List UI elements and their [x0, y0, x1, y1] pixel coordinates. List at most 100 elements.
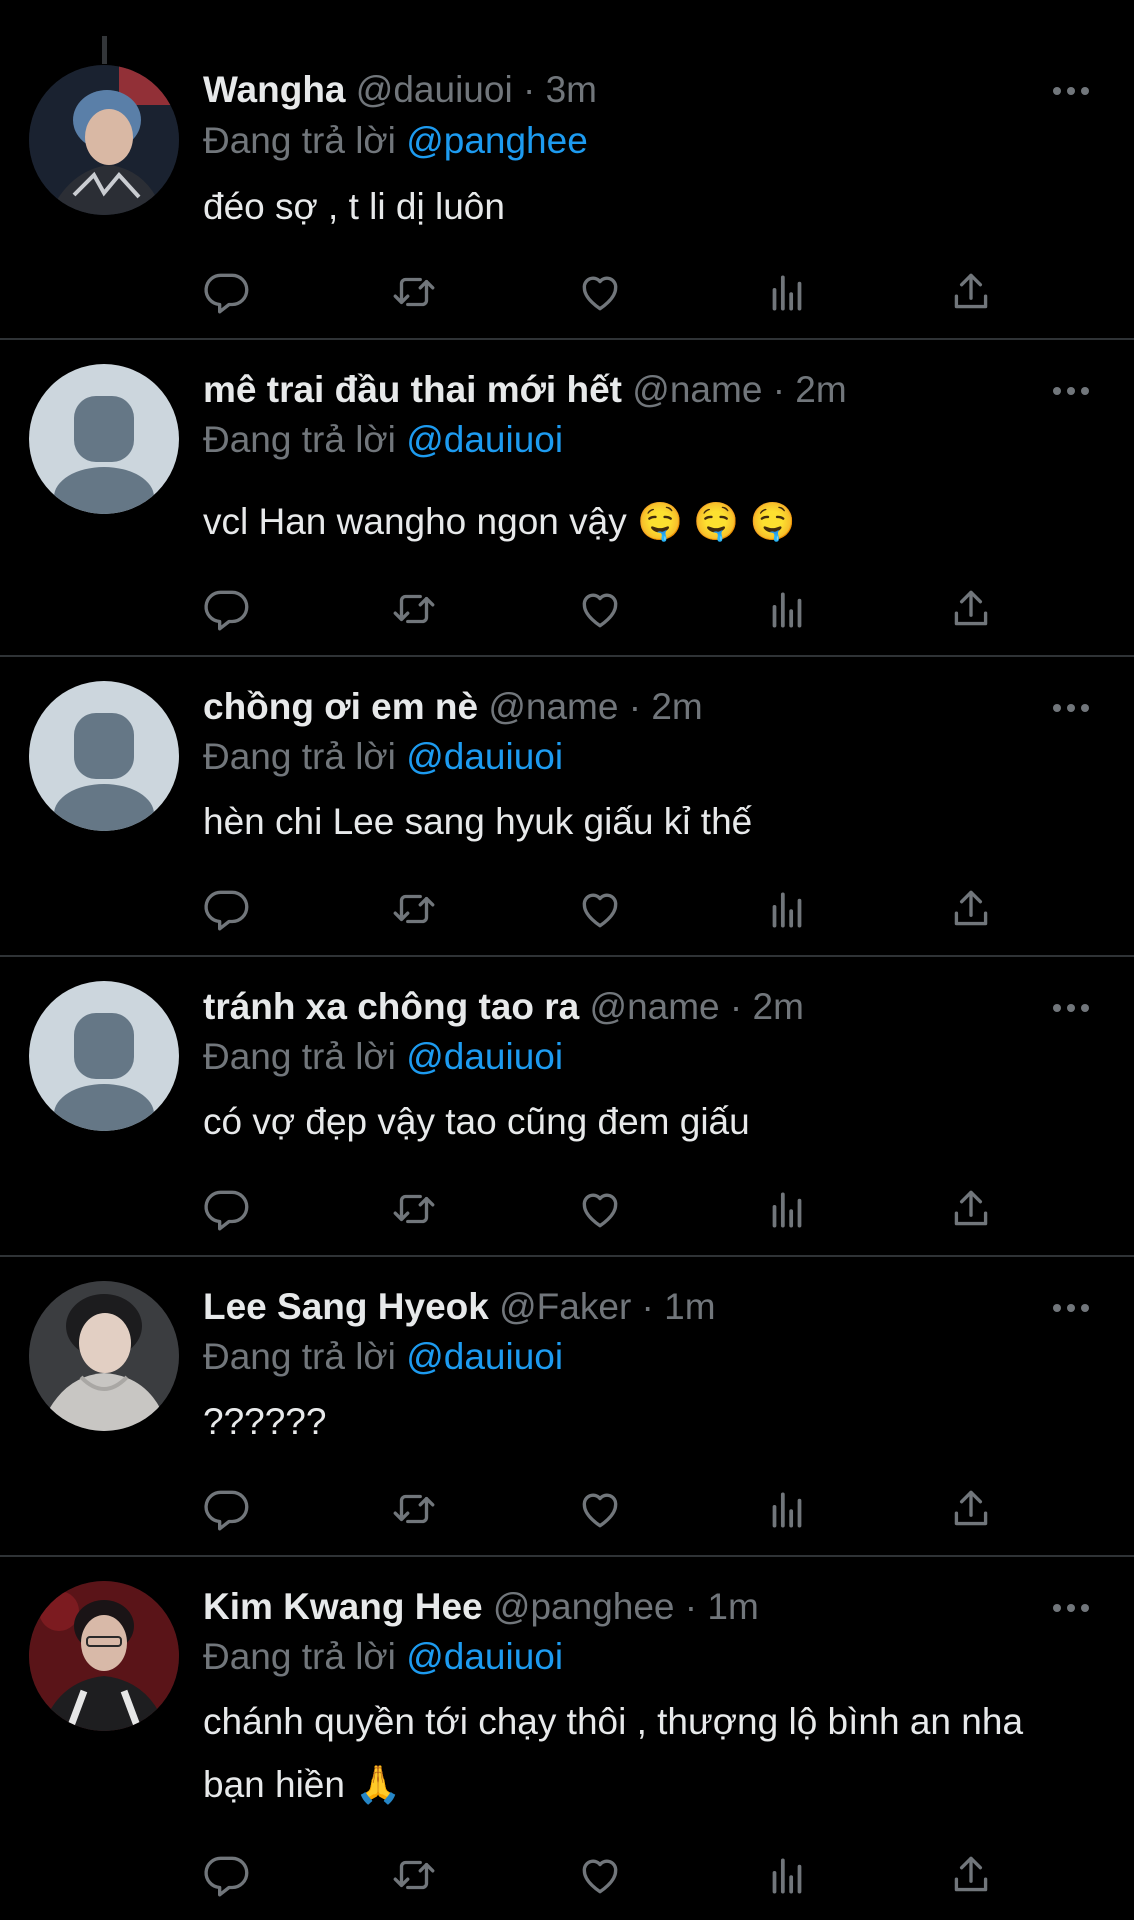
reply-mention[interactable]: @dauiuoi	[406, 1036, 563, 1077]
replying-to-label: Đang trả lời	[203, 419, 396, 460]
reply-mention[interactable]: @dauiuoi	[406, 1336, 563, 1377]
display-name[interactable]: Lee Sang Hyeok	[203, 1286, 489, 1327]
views-icon[interactable]	[762, 267, 812, 317]
more-options-icon[interactable]	[1053, 1001, 1093, 1015]
views-icon[interactable]	[762, 1484, 812, 1534]
action-bar	[0, 267, 1134, 317]
reply-icon[interactable]	[203, 1484, 253, 1534]
reply-icon[interactable]	[203, 1850, 253, 1900]
tweet-header: tránh xa chông tao ra @name · 2m	[203, 985, 804, 1029]
reply-mention[interactable]: @panghee	[406, 120, 588, 161]
reply-context: Đang trả lời @dauiuoi	[203, 418, 563, 462]
share-icon[interactable]	[946, 584, 996, 634]
reply-context: Đang trả lời @dauiuoi	[203, 1635, 563, 1679]
reply-mention[interactable]: @dauiuoi	[406, 419, 563, 460]
default-avatar-head	[74, 396, 134, 462]
reply-context: Đang trả lời @panghee	[203, 119, 588, 163]
user-handle[interactable]: @name	[632, 369, 762, 410]
tweet-divider	[0, 655, 1134, 657]
avatar[interactable]	[29, 1581, 179, 1731]
replying-to-label: Đang trả lời	[203, 736, 396, 777]
timestamp[interactable]: 2m	[651, 686, 702, 727]
more-options-icon[interactable]	[1053, 84, 1093, 98]
avatar[interactable]	[29, 681, 179, 831]
more-options-icon[interactable]	[1053, 701, 1093, 715]
reply-context: Đang trả lời @dauiuoi	[203, 1035, 563, 1079]
avatar[interactable]	[29, 981, 179, 1131]
like-icon[interactable]	[575, 584, 625, 634]
tweet-divider	[0, 338, 1134, 340]
share-icon[interactable]	[946, 1850, 996, 1900]
retweet-icon[interactable]	[389, 884, 439, 934]
tweet-divider	[0, 1555, 1134, 1557]
share-icon[interactable]	[946, 884, 996, 934]
display-name[interactable]: mê trai đầu thai mới hết	[203, 369, 622, 410]
reply-context: Đang trả lời @dauiuoi	[203, 735, 563, 779]
replying-to-label: Đang trả lời	[203, 1336, 396, 1377]
tweet-divider	[0, 955, 1134, 957]
share-icon[interactable]	[946, 267, 996, 317]
display-name[interactable]: Wangha	[203, 69, 346, 110]
reply-mention[interactable]: @dauiuoi	[406, 736, 563, 777]
timestamp[interactable]: 2m	[753, 986, 804, 1027]
like-icon[interactable]	[575, 1184, 625, 1234]
tweet-header: Kim Kwang Hee @panghee · 1m	[203, 1585, 759, 1629]
display-name[interactable]: Kim Kwang Hee	[203, 1586, 483, 1627]
user-handle[interactable]: @panghee	[493, 1586, 675, 1627]
retweet-icon[interactable]	[389, 584, 439, 634]
user-handle[interactable]: @name	[488, 686, 618, 727]
more-options-icon[interactable]	[1053, 1301, 1093, 1315]
views-icon[interactable]	[762, 1850, 812, 1900]
tweet-text: hèn chi Lee sang hyuk giấu kỉ thế	[203, 801, 753, 842]
views-icon[interactable]	[762, 884, 812, 934]
user-handle[interactable]: @name	[590, 986, 720, 1027]
action-bar	[0, 1184, 1134, 1234]
timestamp[interactable]: 1m	[707, 1586, 758, 1627]
display-name[interactable]: tránh xa chông tao ra	[203, 986, 579, 1027]
action-bar	[0, 1484, 1134, 1534]
separator-dot: ·	[772, 369, 786, 410]
retweet-icon[interactable]	[389, 1850, 439, 1900]
like-icon[interactable]	[575, 1850, 625, 1900]
timestamp[interactable]: 1m	[664, 1286, 715, 1327]
like-icon[interactable]	[575, 1484, 625, 1534]
user-handle[interactable]: @dauiuoi	[356, 69, 513, 110]
reply-icon[interactable]	[203, 584, 253, 634]
replying-to-label: Đang trả lời	[203, 120, 396, 161]
separator-dot: ·	[522, 69, 536, 110]
reply-icon[interactable]	[203, 884, 253, 934]
like-icon[interactable]	[575, 267, 625, 317]
display-name[interactable]: chồng ơi em nè	[203, 686, 478, 727]
retweet-icon[interactable]	[389, 1184, 439, 1234]
avatar[interactable]	[29, 364, 179, 514]
tweet-text: chánh quyền tới chạy thôi , thượng lộ bì…	[203, 1701, 1024, 1805]
tweet-text: vcl Han wangho ngon vậy 🤤 🤤 🤤	[203, 501, 796, 542]
share-icon[interactable]	[946, 1484, 996, 1534]
share-icon[interactable]	[946, 1184, 996, 1234]
default-avatar-head	[74, 1013, 134, 1079]
avatar[interactable]	[29, 65, 179, 215]
tweet-header: mê trai đầu thai mới hết @name · 2m	[203, 368, 847, 412]
views-icon[interactable]	[762, 584, 812, 634]
retweet-icon[interactable]	[389, 1484, 439, 1534]
reply-mention[interactable]: @dauiuoi	[406, 1636, 563, 1677]
reply-context: Đang trả lời @dauiuoi	[203, 1335, 563, 1379]
replying-to-label: Đang trả lời	[203, 1636, 396, 1677]
action-bar	[0, 884, 1134, 934]
timestamp[interactable]: 2m	[795, 369, 846, 410]
separator-dot: ·	[628, 686, 642, 727]
tweet-divider	[0, 1255, 1134, 1257]
like-icon[interactable]	[575, 884, 625, 934]
retweet-icon[interactable]	[389, 267, 439, 317]
action-bar	[0, 1850, 1134, 1900]
separator-dot: ·	[641, 1286, 654, 1327]
views-icon[interactable]	[762, 1184, 812, 1234]
avatar[interactable]	[29, 1281, 179, 1431]
reply-icon[interactable]	[203, 267, 253, 317]
thread-connector-line	[102, 36, 107, 64]
user-handle[interactable]: @Faker	[499, 1286, 631, 1327]
timestamp[interactable]: 3m	[546, 69, 597, 110]
more-options-icon[interactable]	[1053, 384, 1093, 398]
reply-icon[interactable]	[203, 1184, 253, 1234]
more-options-icon[interactable]	[1053, 1601, 1093, 1615]
